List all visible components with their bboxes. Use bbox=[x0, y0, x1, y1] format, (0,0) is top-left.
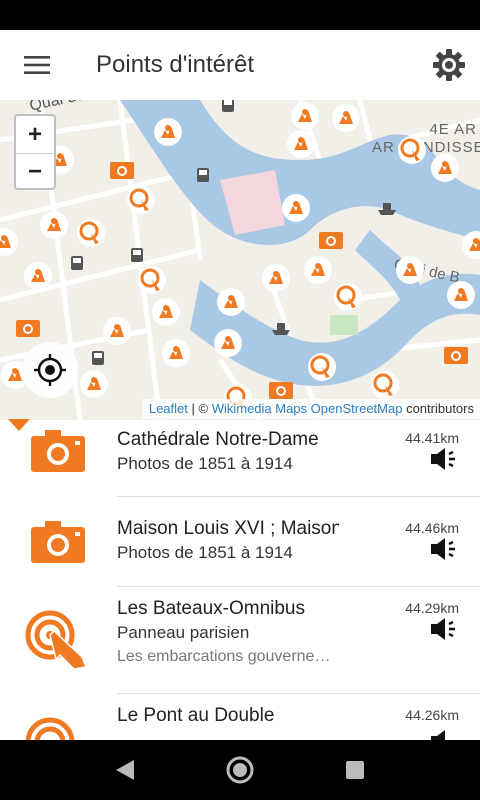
crosshair-icon bbox=[34, 354, 66, 386]
menu-button[interactable] bbox=[0, 30, 74, 100]
zoom-control: + − bbox=[14, 114, 56, 190]
nav-back-button[interactable] bbox=[111, 756, 139, 784]
poi-title: Cathédrale Notre-Dame bbox=[117, 429, 319, 450]
nav-recents-button[interactable] bbox=[341, 756, 369, 784]
nav-home-button[interactable] bbox=[226, 756, 254, 784]
osm-link[interactable]: OpenStreetMap bbox=[311, 401, 403, 416]
audio-button[interactable] bbox=[431, 618, 459, 645]
poi-distance: 44.46km bbox=[405, 520, 459, 536]
poi-list: Cathédrale Notre-Dame Photos de 1851 à 1… bbox=[0, 420, 480, 740]
hamburger-menu-icon bbox=[24, 56, 50, 74]
list-item[interactable]: Maison Louis XVI ; Maison Photos de 1851… bbox=[0, 497, 480, 587]
audio-button[interactable] bbox=[431, 730, 459, 740]
zoom-in-button[interactable]: + bbox=[16, 116, 54, 153]
camera-icon bbox=[31, 430, 85, 472]
poi-subtitle: Photos de 1851 à 1914 bbox=[117, 454, 293, 473]
back-triangle-icon bbox=[116, 760, 134, 780]
poi-description: Les embarcations gouvernementales bbox=[117, 648, 337, 665]
home-circle-icon bbox=[226, 756, 254, 784]
locate-button[interactable] bbox=[22, 342, 78, 398]
gear-icon bbox=[433, 49, 465, 81]
poi-distance: 44.26km bbox=[405, 707, 459, 723]
audio-button[interactable] bbox=[431, 538, 459, 565]
wikimedia-link[interactable]: Wikimedia Maps bbox=[212, 401, 307, 416]
map-attribution: Leaflet | © Wikimedia Maps OpenStreetMap… bbox=[142, 399, 480, 419]
poi-distance: 44.41km bbox=[405, 430, 459, 446]
zoom-out-button[interactable]: − bbox=[16, 153, 54, 190]
app-bar: Points d'intérêt bbox=[0, 30, 480, 100]
speaker-icon bbox=[431, 618, 455, 640]
poi-title: Les Bateaux-Omnibus bbox=[117, 598, 305, 619]
poi-title: Le Pont au Double bbox=[117, 705, 275, 726]
touch-point-icon bbox=[25, 610, 88, 670]
poi-subtitle: Photos de 1851 à 1914 bbox=[117, 543, 293, 562]
poi-title: Maison Louis XVI ; Maison bbox=[117, 518, 339, 539]
list-item[interactable]: Le Pont au Double 44.26km bbox=[0, 694, 480, 740]
system-nav-bar bbox=[0, 740, 480, 800]
speaker-icon bbox=[431, 448, 455, 470]
speaker-icon bbox=[431, 730, 445, 740]
poi-marker[interactable] bbox=[154, 118, 182, 146]
speaker-icon bbox=[431, 538, 455, 560]
audio-button[interactable] bbox=[431, 448, 459, 475]
attribution-separator: | © bbox=[187, 401, 212, 416]
camera-icon bbox=[31, 521, 85, 563]
recents-square-icon bbox=[346, 761, 364, 779]
drawer-handle[interactable] bbox=[8, 419, 30, 431]
list-item[interactable]: Les Bateaux-Omnibus Panneau parisien Les… bbox=[0, 587, 480, 693]
page-title: Points d'intérêt bbox=[96, 51, 255, 78]
attribution-contributors: contributors bbox=[402, 401, 474, 416]
poi-distance: 44.29km bbox=[405, 600, 459, 616]
list-item[interactable]: Cathédrale Notre-Dame Photos de 1851 à 1… bbox=[0, 420, 480, 497]
touch-point-icon bbox=[25, 717, 75, 740]
status-bar bbox=[0, 0, 480, 30]
settings-button[interactable] bbox=[418, 30, 480, 100]
leaflet-link[interactable]: Leaflet bbox=[149, 401, 188, 416]
map[interactable]: Quai de l'Horloge 4E AR ARNDISSE Quai de… bbox=[0, 100, 480, 420]
poi-subtitle: Panneau parisien bbox=[117, 623, 250, 642]
